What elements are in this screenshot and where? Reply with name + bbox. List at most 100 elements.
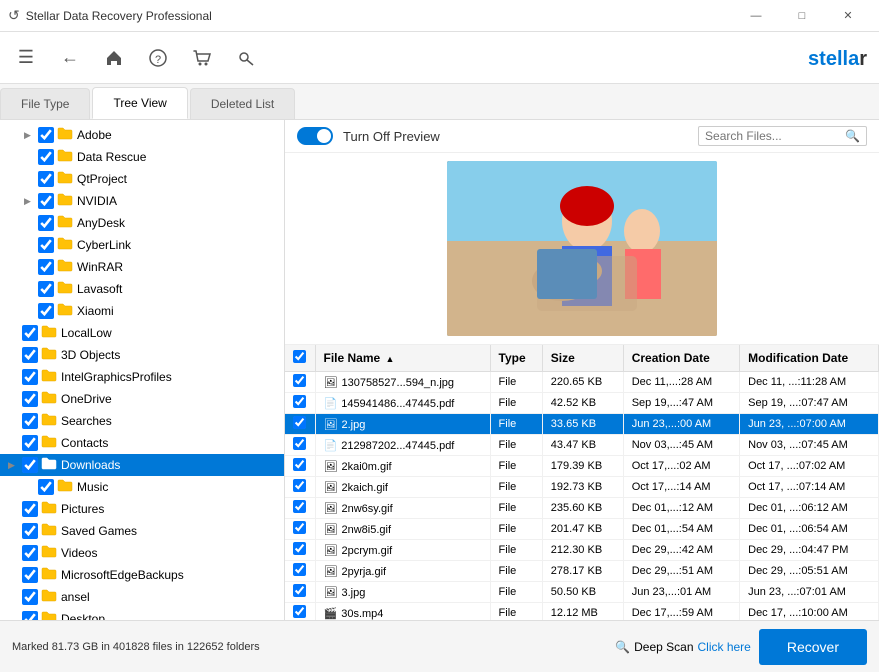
sidebar-item-music[interactable]: Music: [0, 476, 284, 498]
file-type-icon: 🖼: [324, 545, 338, 557]
tree-check-desktop[interactable]: [22, 611, 38, 620]
sidebar-item-3d-objects[interactable]: 3D Objects: [0, 344, 284, 366]
hamburger-icon[interactable]: ☰: [12, 44, 40, 72]
search-input[interactable]: [705, 129, 845, 143]
tree-check-locallow[interactable]: [22, 325, 38, 341]
table-row[interactable]: 🖼2kai0m.gifFile179.39 KBOct 17,...:02 AM…: [285, 456, 879, 477]
deep-scan-link[interactable]: Click here: [698, 640, 751, 654]
tree-check-adobe[interactable]: [38, 127, 54, 143]
row-checkbox[interactable]: [293, 500, 306, 513]
help-icon[interactable]: ?: [144, 44, 172, 72]
sidebar-label-lavasoft: Lavasoft: [77, 282, 122, 296]
col-modified[interactable]: Modification Date: [740, 345, 879, 372]
row-size: 42.52 KB: [542, 393, 623, 414]
tree-check-downloads[interactable]: [22, 457, 38, 473]
table-row[interactable]: 📄212987202...47445.pdfFile43.47 KBNov 03…: [285, 435, 879, 456]
tab-file-type[interactable]: File Type: [0, 88, 90, 119]
tree-check-saved-games[interactable]: [22, 523, 38, 539]
row-checkbox[interactable]: [293, 521, 306, 534]
sidebar-item-lavasoft[interactable]: Lavasoft: [0, 278, 284, 300]
table-row[interactable]: 🖼2.jpgFile33.65 KBJun 23,...:00 AMJun 23…: [285, 414, 879, 435]
sidebar-item-edge-backups[interactable]: MicrosoftEdgeBackups: [0, 564, 284, 586]
tree-check-contacts[interactable]: [22, 435, 38, 451]
cart-icon[interactable]: [188, 44, 216, 72]
table-row[interactable]: 🖼2kaich.gifFile192.73 KBOct 17,...:14 AM…: [285, 477, 879, 498]
sidebar-item-data-rescue[interactable]: Data Rescue: [0, 146, 284, 168]
tree-check-nvidia[interactable]: [38, 193, 54, 209]
tree-check-anydesk[interactable]: [38, 215, 54, 231]
table-row[interactable]: 🖼2nw8i5.gifFile201.47 KBDec 01,...:54 AM…: [285, 519, 879, 540]
sidebar-item-nvidia[interactable]: ▶ NVIDIA: [0, 190, 284, 212]
tree-check-data-rescue[interactable]: [38, 149, 54, 165]
row-checkbox[interactable]: [293, 458, 306, 471]
tree-check-lavasoft[interactable]: [38, 281, 54, 297]
sidebar-item-searches[interactable]: Searches: [0, 410, 284, 432]
row-checkbox[interactable]: [293, 374, 306, 387]
col-type[interactable]: Type: [490, 345, 542, 372]
maximize-button[interactable]: □: [779, 0, 825, 32]
sidebar-item-intel-profiles[interactable]: IntelGraphicsProfiles: [0, 366, 284, 388]
table-row[interactable]: 🖼2pyrja.gifFile278.17 KBDec 29,...:51 AM…: [285, 561, 879, 582]
table-row[interactable]: 🖼3.jpgFile50.50 KBJun 23,...:01 AMJun 23…: [285, 582, 879, 603]
sidebar-item-desktop[interactable]: Desktop: [0, 608, 284, 620]
table-row[interactable]: 📄145941486...47445.pdfFile42.52 KBSep 19…: [285, 393, 879, 414]
table-row[interactable]: 🖼2nw6sy.gifFile235.60 KBDec 01,...:12 AM…: [285, 498, 879, 519]
minimize-button[interactable]: —: [733, 0, 779, 32]
back-icon[interactable]: ←: [56, 44, 84, 72]
sidebar-item-winrar[interactable]: WinRAR: [0, 256, 284, 278]
tab-deleted-list[interactable]: Deleted List: [190, 88, 295, 119]
row-check-cell: [285, 582, 315, 603]
row-type: File: [490, 477, 542, 498]
tree-check-3d-objects[interactable]: [22, 347, 38, 363]
table-row[interactable]: 🎬30s.mp4File12.12 MBDec 17,...:59 AMDec …: [285, 603, 879, 621]
tree-check-videos[interactable]: [22, 545, 38, 561]
table-row[interactable]: 🖼2pcrym.gifFile212.30 KBDec 29,...:42 AM…: [285, 540, 879, 561]
col-size[interactable]: Size: [542, 345, 623, 372]
sidebar-item-cyberlink[interactable]: CyberLink: [0, 234, 284, 256]
row-checkbox[interactable]: [293, 605, 306, 618]
row-checkbox[interactable]: [293, 416, 306, 429]
key-icon[interactable]: [232, 44, 260, 72]
tree-check-intel-profiles[interactable]: [22, 369, 38, 385]
row-checkbox[interactable]: [293, 584, 306, 597]
sidebar-item-downloads[interactable]: ▶ Downloads: [0, 454, 284, 476]
sidebar-item-videos[interactable]: Videos: [0, 542, 284, 564]
sidebar-item-contacts[interactable]: Contacts: [0, 432, 284, 454]
sidebar-item-adobe[interactable]: ▶ Adobe: [0, 124, 284, 146]
sidebar-item-saved-games[interactable]: Saved Games: [0, 520, 284, 542]
row-checkbox[interactable]: [293, 395, 306, 408]
tab-tree-view[interactable]: Tree View: [92, 87, 187, 119]
sidebar-item-anydesk[interactable]: AnyDesk: [0, 212, 284, 234]
sidebar-item-qtproject[interactable]: QtProject: [0, 168, 284, 190]
sidebar-item-ansel[interactable]: ansel: [0, 586, 284, 608]
row-checkbox[interactable]: [293, 542, 306, 555]
tree-check-edge-backups[interactable]: [22, 567, 38, 583]
tree-check-pictures[interactable]: [22, 501, 38, 517]
home-icon[interactable]: [100, 44, 128, 72]
row-checkbox[interactable]: [293, 437, 306, 450]
file-table: File Name ▲ Type Size Creation Date Modi…: [285, 345, 879, 620]
recover-button[interactable]: Recover: [759, 629, 867, 665]
sidebar-item-pictures[interactable]: Pictures: [0, 498, 284, 520]
tree-check-winrar[interactable]: [38, 259, 54, 275]
sidebar-item-xiaomi[interactable]: Xiaomi: [0, 300, 284, 322]
row-check-cell: [285, 477, 315, 498]
col-created[interactable]: Creation Date: [623, 345, 739, 372]
select-all-checkbox[interactable]: [293, 350, 306, 363]
close-button[interactable]: ✕: [825, 0, 871, 32]
row-name: 📄212987202...47445.pdf: [315, 435, 490, 456]
sidebar-item-locallow[interactable]: LocalLow: [0, 322, 284, 344]
tree-check-cyberlink[interactable]: [38, 237, 54, 253]
tree-check-qtproject[interactable]: [38, 171, 54, 187]
preview-toggle[interactable]: [297, 127, 333, 145]
tree-check-xiaomi[interactable]: [38, 303, 54, 319]
tree-check-searches[interactable]: [22, 413, 38, 429]
col-name[interactable]: File Name ▲: [315, 345, 490, 372]
tree-check-music[interactable]: [38, 479, 54, 495]
tree-check-ansel[interactable]: [22, 589, 38, 605]
table-row[interactable]: 🖼130758527...594_n.jpgFile220.65 KBDec 1…: [285, 372, 879, 393]
sidebar-item-onedrive[interactable]: OneDrive: [0, 388, 284, 410]
tree-check-onedrive[interactable]: [22, 391, 38, 407]
row-checkbox[interactable]: [293, 479, 306, 492]
row-checkbox[interactable]: [293, 563, 306, 576]
